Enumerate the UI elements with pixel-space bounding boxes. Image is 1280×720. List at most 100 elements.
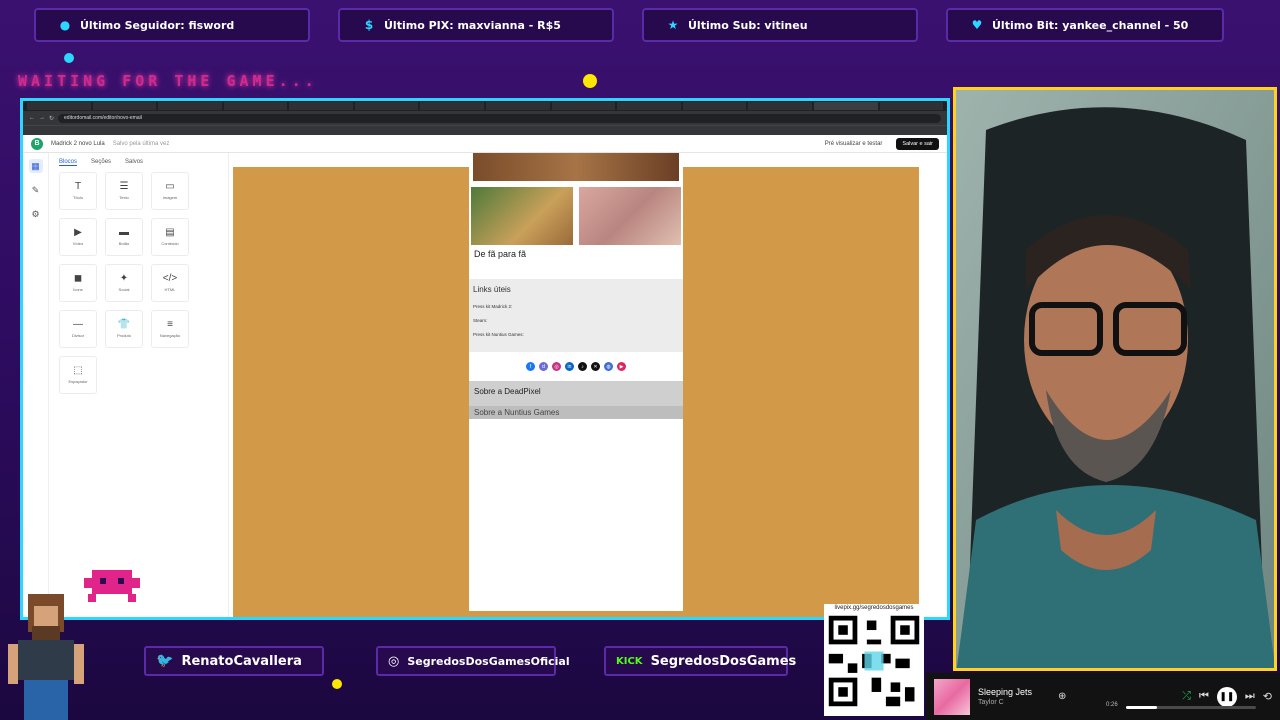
browser-tab[interactable] <box>223 102 288 110</box>
previous-icon[interactable]: ⏮ <box>1199 690 1209 703</box>
browser-tab[interactable] <box>617 102 681 110</box>
block-item[interactable]: ⬚ Espaçador <box>59 356 97 394</box>
block-item[interactable]: ▭ Imagem <box>151 172 189 210</box>
discord-icon[interactable]: d <box>539 362 548 371</box>
doc-title[interactable]: Madrick 2 novo Lula <box>51 141 105 147</box>
browser-tab[interactable] <box>682 102 747 110</box>
repeat-icon[interactable]: ⟲ <box>1263 690 1272 703</box>
game-screenshot[interactable] <box>579 187 681 245</box>
settings-icon[interactable]: ⚙ <box>29 207 43 221</box>
block-icon: ▬ <box>119 227 129 238</box>
browser-tab-active[interactable] <box>813 102 878 110</box>
blocks-grid: T Título ☰ Texto ▭ Imagem ▶ Vídeo ▬ Botão ▤ Conteúd… <box>59 172 218 394</box>
tiktok-icon[interactable]: ♪ <box>578 362 587 371</box>
game-screenshot[interactable] <box>471 187 573 245</box>
heart-icon: ♥ <box>971 18 983 32</box>
block-item[interactable]: ✦ Social <box>105 264 143 302</box>
twitter-box: 🐦 RenatoCavallera <box>144 646 324 676</box>
youtube-icon[interactable]: ▶ <box>617 362 626 371</box>
browser-tab[interactable] <box>748 102 812 110</box>
browser-window: ← → ↻ editordomail.com/editor/novo-email… <box>20 98 950 620</box>
body-paragraph[interactable] <box>469 261 683 269</box>
block-item[interactable]: ▬ Botão <box>105 218 143 256</box>
track-info: Sleeping Jets Taylor C <box>978 687 1050 706</box>
shuffle-icon[interactable]: ⤮ <box>1182 690 1191 703</box>
track-title[interactable]: Sleeping Jets <box>978 687 1050 697</box>
block-label: Navegação <box>159 333 181 338</box>
block-label: Produto <box>116 333 131 338</box>
link-steam[interactable]: Steam: <box>473 318 679 324</box>
last-bit-box: ♥ Último Bit: yankee_channel - 50 <box>946 8 1224 42</box>
add-icon[interactable]: ⊕ <box>1058 691 1066 702</box>
style-icon[interactable]: ✎ <box>29 183 43 197</box>
content-icon[interactable]: ▦ <box>28 159 43 173</box>
links-heading[interactable]: Links úteis <box>473 285 679 294</box>
app-logo-icon[interactable]: B <box>31 137 43 150</box>
save-status: Salvo pela última vez <box>112 140 170 147</box>
block-icon: ◼ <box>73 273 83 284</box>
x-icon[interactable]: ✕ <box>591 362 600 371</box>
browser-tab[interactable] <box>486 102 550 110</box>
block-item[interactable]: ≡ Navegação <box>151 310 189 348</box>
web-icon[interactable]: ◍ <box>604 362 613 371</box>
browser-tab[interactable] <box>551 102 616 110</box>
album-art[interactable] <box>934 678 970 715</box>
browser-tab[interactable] <box>420 102 485 110</box>
kick-box: KICK SegredosDosGames <box>604 646 796 676</box>
about-heading[interactable]: Sobre a DeadPixel <box>474 387 678 396</box>
instagram-icon[interactable]: ◎ <box>552 362 561 371</box>
game-banner-image[interactable] <box>473 153 679 181</box>
linkedin-icon[interactable]: in <box>565 362 574 371</box>
preview-button[interactable]: Pré visualizar e testar <box>825 141 883 147</box>
webcam-image <box>956 90 1274 668</box>
decor-dot <box>332 679 342 689</box>
block-item[interactable]: ▤ Conteúdo <box>151 218 189 256</box>
block-label: Conteúdo <box>161 241 179 246</box>
address-bar[interactable]: editordomail.com/editor/novo-email <box>58 113 941 123</box>
facebook-icon[interactable]: f <box>526 362 535 371</box>
last-sub-text: Último Sub: vitineu <box>688 18 808 32</box>
twitter-handle: RenatoCavallera <box>181 653 302 669</box>
pause-button[interactable]: ❚❚ <box>1216 686 1237 707</box>
browser-tab[interactable] <box>879 102 944 110</box>
block-label: Imagem <box>162 195 178 200</box>
tab-blocos[interactable]: Blocos <box>59 159 78 166</box>
browser-tab-strip <box>23 101 947 111</box>
browser-tab[interactable] <box>289 102 353 110</box>
back-icon[interactable]: ← <box>29 115 35 121</box>
block-item[interactable]: T Título <box>59 172 97 210</box>
section-heading[interactable]: De fã para fã <box>469 245 683 261</box>
block-item[interactable]: ☰ Texto <box>105 172 143 210</box>
block-item[interactable]: 👕 Produto <box>105 310 143 348</box>
browser-tab[interactable] <box>27 102 91 110</box>
block-item[interactable]: ▶ Vídeo <box>59 218 97 256</box>
block-icon: ▶ <box>74 227 82 238</box>
tab-salvos[interactable]: Salvos <box>125 159 143 166</box>
tab-secoes[interactable]: Seções <box>91 159 111 166</box>
next-icon[interactable]: ⏭ <box>1245 690 1255 703</box>
star-icon: ★ <box>667 18 679 32</box>
editor-side-rail: ▦ ✎ ⚙ <box>23 153 49 617</box>
block-item[interactable]: </> HTML <box>151 264 189 302</box>
browser-tab[interactable] <box>354 102 419 110</box>
block-icon: ☰ <box>119 181 129 192</box>
browser-tab[interactable] <box>92 102 157 110</box>
reload-icon[interactable]: ↻ <box>49 115 54 122</box>
forward-icon[interactable]: → <box>39 115 45 121</box>
link-nuntius[interactable]: Press kit Nuntius Games: <box>473 332 679 338</box>
block-item[interactable]: — Divisor <box>59 310 97 348</box>
track-artist[interactable]: Taylor C <box>978 699 1050 706</box>
browser-tab[interactable] <box>158 102 222 110</box>
warning-paragraph[interactable] <box>469 269 683 273</box>
track-time: 0:26 <box>1106 702 1118 708</box>
block-label: Espaçador <box>68 379 88 384</box>
link-press-kit[interactable]: Press kit Madrick 2: <box>473 304 679 310</box>
save-exit-button[interactable]: Salvar e sair <box>896 137 939 150</box>
music-player: Sleeping Jets Taylor C ⊕ ⤮ ⏮ ❚❚ ⏭ ⟲ <box>926 673 1280 720</box>
block-icon: — <box>73 319 83 330</box>
footer-heading[interactable]: Sobre a Nuntius Games <box>469 406 683 419</box>
progress-bar[interactable] <box>1126 706 1256 709</box>
email-body: De fã para fã Links úteis Press kit Madr… <box>469 153 683 611</box>
block-item[interactable]: ◼ Ícone <box>59 264 97 302</box>
block-label: Texto <box>119 195 129 200</box>
